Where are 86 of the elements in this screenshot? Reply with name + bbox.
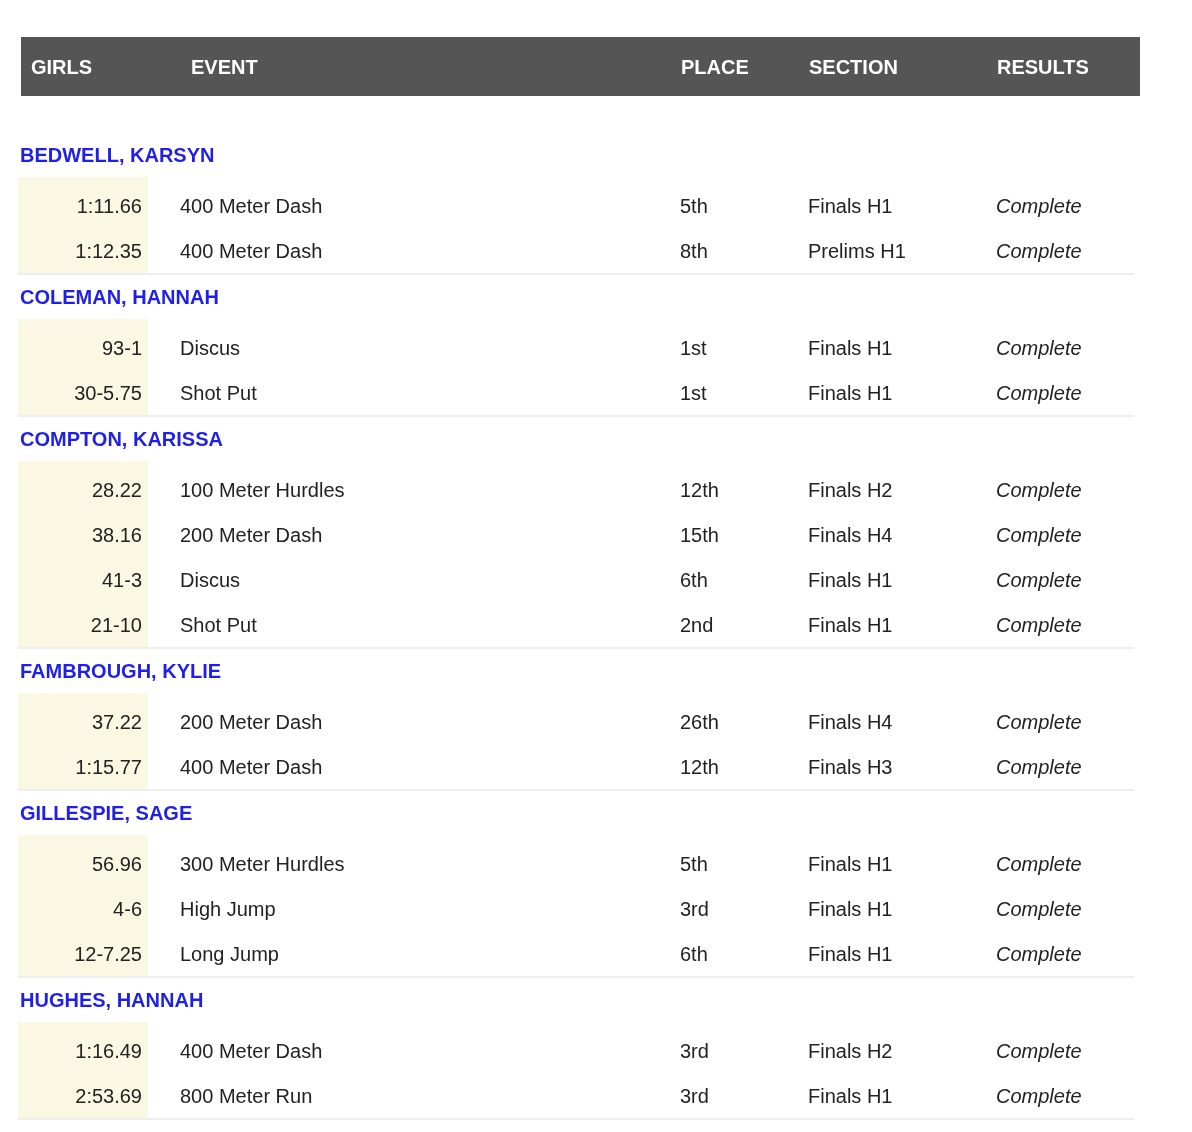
- result-cell-text: Complete: [995, 193, 1083, 219]
- event-cell-text: 800 Meter Run: [179, 1083, 314, 1109]
- section-cell-text: Finals H1: [807, 380, 894, 406]
- section-cell-text: Finals H2: [807, 477, 894, 503]
- event-cell-text: 400 Meter Dash: [179, 193, 324, 219]
- result-cell-text: Complete: [995, 522, 1083, 548]
- mark-cell: 1:12.35: [18, 228, 148, 273]
- event-cell-text: 400 Meter Dash: [179, 238, 324, 264]
- mark-cell: 21-10: [18, 602, 148, 647]
- event-cell-text: Discus: [179, 567, 241, 593]
- event-cell-text: 200 Meter Dash: [179, 709, 324, 735]
- place-cell-text: 6th: [679, 567, 709, 593]
- place-cell-text: 6th: [679, 941, 709, 967]
- result-cell-text: Complete: [995, 380, 1083, 406]
- athlete-name[interactable]: GILLESPIE, SAGE: [20, 798, 193, 828]
- mark-cell: 2:53.69: [18, 1073, 148, 1118]
- place-cell-text: 8th: [679, 238, 709, 264]
- place-cell-text: 1st: [679, 335, 708, 361]
- column-header: RESULTS: [996, 54, 1090, 80]
- event-cell-text: High Jump: [179, 896, 277, 922]
- place-cell-text: 1st: [679, 380, 708, 406]
- mark-cell: 30-5.75: [18, 370, 148, 415]
- athlete-name[interactable]: COMPTON, KARISSA: [20, 424, 223, 454]
- athlete-name[interactable]: COLEMAN, HANNAH: [20, 282, 219, 312]
- event-cell-text: Discus: [179, 335, 241, 361]
- section-cell-text: Finals H1: [807, 941, 894, 967]
- section-cell-text: Finals H1: [807, 193, 894, 219]
- place-cell-text: 3rd: [679, 896, 710, 922]
- event-cell-text: 300 Meter Hurdles: [179, 851, 346, 877]
- result-cell-text: Complete: [995, 612, 1083, 638]
- place-cell-text: 12th: [679, 754, 720, 780]
- section-cell-text: Finals H2: [807, 1038, 894, 1064]
- mark-cell: 1:15.77: [18, 744, 148, 789]
- result-cell-text: Complete: [995, 238, 1083, 264]
- place-cell-text: 3rd: [679, 1083, 710, 1109]
- section-cell-text: Finals H1: [807, 896, 894, 922]
- section-cell-text: Finals H1: [807, 851, 894, 877]
- place-cell-text: 5th: [679, 851, 709, 877]
- result-cell-text: Complete: [995, 1083, 1083, 1109]
- event-cell-text: 100 Meter Hurdles: [179, 477, 346, 503]
- place-cell-text: 15th: [679, 522, 720, 548]
- place-cell-text: 26th: [679, 709, 720, 735]
- column-header: GIRLS: [30, 54, 94, 80]
- result-cell-text: Complete: [995, 851, 1083, 877]
- result-cell-text: Complete: [995, 1038, 1083, 1064]
- event-cell-text: Long Jump: [179, 941, 280, 967]
- mark-cell: 56.96: [18, 841, 148, 886]
- mark-cell: 38.16: [18, 512, 148, 557]
- column-header: PLACE: [680, 54, 750, 80]
- mark-cell: 93-1: [18, 325, 148, 370]
- event-cell-text: 200 Meter Dash: [179, 522, 324, 548]
- event-cell-text: Shot Put: [179, 612, 258, 638]
- mark-cell: 1:16.49: [18, 1028, 148, 1073]
- mark-cell: 28.22: [18, 467, 148, 512]
- result-cell-text: Complete: [995, 477, 1083, 503]
- section-cell-text: Prelims H1: [807, 238, 907, 264]
- mark-cell: 4-6: [18, 886, 148, 931]
- result-cell-text: Complete: [995, 754, 1083, 780]
- section-cell-text: Finals H4: [807, 522, 894, 548]
- event-cell-text: 400 Meter Dash: [179, 754, 324, 780]
- section-cell-text: Finals H4: [807, 709, 894, 735]
- event-cell-text: 400 Meter Dash: [179, 1038, 324, 1064]
- mark-cell: 1:11.66: [18, 183, 148, 228]
- athlete-name[interactable]: BEDWELL, KARSYN: [20, 140, 215, 170]
- section-cell-text: Finals H1: [807, 335, 894, 361]
- place-cell-text: 5th: [679, 193, 709, 219]
- section-cell-text: Finals H1: [807, 1083, 894, 1109]
- result-cell-text: Complete: [995, 335, 1083, 361]
- place-cell-text: 3rd: [679, 1038, 710, 1064]
- result-cell-text: Complete: [995, 709, 1083, 735]
- mark-cell: 12-7.25: [18, 931, 148, 976]
- result-cell-text: Complete: [995, 941, 1083, 967]
- column-header: EVENT: [190, 54, 259, 80]
- section-cell-text: Finals H1: [807, 567, 894, 593]
- result-cell-text: Complete: [995, 567, 1083, 593]
- athlete-name[interactable]: FAMBROUGH, KYLIE: [20, 656, 222, 686]
- mark-cell: 41-3: [18, 557, 148, 602]
- mark-cell: 37.22: [18, 699, 148, 744]
- column-header: SECTION: [808, 54, 899, 80]
- event-cell-text: Shot Put: [179, 380, 258, 406]
- section-cell-text: Finals H1: [807, 612, 894, 638]
- result-cell-text: Complete: [995, 896, 1083, 922]
- place-cell-text: 12th: [679, 477, 720, 503]
- place-cell-text: 2nd: [679, 612, 715, 638]
- section-cell-text: Finals H3: [807, 754, 894, 780]
- athlete-name[interactable]: HUGHES, HANNAH: [20, 985, 204, 1015]
